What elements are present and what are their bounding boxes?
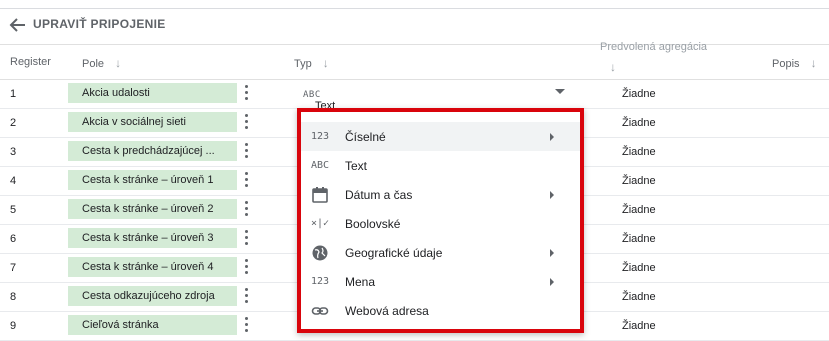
- aggregation-value[interactable]: Žiadne: [622, 291, 656, 303]
- sort-arrow-icon[interactable]: ↓: [610, 60, 616, 74]
- field-name-chip[interactable]: Cesta k predchádzajúcej ...: [68, 141, 237, 161]
- column-header-description[interactable]: Popis ↓: [772, 56, 817, 70]
- globe-icon: [311, 244, 331, 262]
- row-number: 9: [10, 320, 17, 332]
- field-name-chip[interactable]: Cieľová stránka: [68, 315, 237, 335]
- menu-item-text[interactable]: ABC Text: [301, 151, 580, 180]
- more-vert-icon[interactable]: [244, 259, 250, 277]
- more-vert-icon[interactable]: [244, 317, 250, 335]
- row-number: 7: [10, 262, 17, 274]
- column-header-register: Register: [10, 56, 51, 68]
- link-icon: [311, 302, 331, 320]
- menu-item-label: Dátum a čas: [345, 188, 413, 202]
- aggregation-value[interactable]: Žiadne: [622, 175, 656, 187]
- more-vert-icon[interactable]: [244, 85, 250, 103]
- menu-item-label: Mena: [345, 275, 376, 289]
- submenu-arrow-icon: [550, 133, 554, 141]
- row-number: 4: [10, 175, 17, 187]
- column-header-aggregation-label: Predvolená agregácia: [600, 41, 708, 53]
- more-vert-icon[interactable]: [244, 201, 250, 219]
- column-header-type[interactable]: Typ ↓: [294, 56, 329, 70]
- aggregation-value[interactable]: Žiadne: [622, 146, 656, 158]
- row-number: 6: [10, 233, 17, 245]
- aggregation-value[interactable]: Žiadne: [622, 204, 656, 216]
- field-name-chip[interactable]: Cesta odkazujúceho zdroja: [68, 286, 237, 306]
- aggregation-value[interactable]: Žiadne: [622, 262, 656, 274]
- type-dropdown-menu: 123 Číselné ABC Text Dátum a čas ×|✓ Boolovské…: [297, 108, 584, 333]
- column-header-type-label: Typ: [294, 58, 312, 70]
- column-header-field-label: Pole: [82, 58, 105, 70]
- dropdown-arrow-icon[interactable]: [555, 89, 565, 94]
- aggregation-value[interactable]: Žiadne: [622, 233, 656, 245]
- field-name-chip[interactable]: Cesta k stránke – úroveň 1: [68, 170, 237, 190]
- back-arrow-icon[interactable]: [8, 16, 28, 34]
- menu-item-currency[interactable]: 123 Mena: [301, 267, 580, 296]
- column-header-description-label: Popis: [772, 58, 800, 70]
- row-number: 1: [10, 88, 17, 100]
- row-number: 3: [10, 146, 17, 158]
- column-header-aggregation-sort[interactable]: ↓: [610, 60, 616, 74]
- menu-item-label: Geografické údaje: [345, 246, 443, 260]
- more-vert-icon[interactable]: [244, 230, 250, 248]
- row-number: 2: [10, 117, 17, 129]
- menu-item-globe[interactable]: Geografické údaje: [301, 238, 580, 267]
- table-header: Register Pole ↓ Typ ↓ Predvolená agregác…: [0, 41, 829, 80]
- more-vert-icon[interactable]: [244, 172, 250, 190]
- text-icon: ABC: [311, 160, 330, 171]
- numeric-icon: 123: [311, 131, 330, 142]
- submenu-arrow-icon: [550, 249, 554, 257]
- more-vert-icon[interactable]: [244, 143, 250, 161]
- calendar-icon: [311, 186, 331, 204]
- menu-item-numeric[interactable]: 123 Číselné: [301, 122, 580, 151]
- boolean-icon: ×|✓: [311, 218, 330, 229]
- menu-item-label: Číselné: [345, 130, 386, 144]
- field-name-chip[interactable]: Cesta k stránke – úroveň 3: [68, 228, 237, 248]
- row-number: 5: [10, 204, 17, 216]
- column-header-aggregation[interactable]: Predvolená agregácia: [600, 41, 707, 53]
- menu-item-boolean[interactable]: ×|✓ Boolovské: [301, 209, 580, 238]
- field-name-chip[interactable]: Cesta k stránke – úroveň 4: [68, 257, 237, 277]
- submenu-arrow-icon: [550, 191, 554, 199]
- sort-arrow-icon[interactable]: ↓: [323, 56, 329, 70]
- sort-arrow-icon[interactable]: ↓: [115, 56, 121, 70]
- menu-item-label: Text: [345, 159, 368, 173]
- menu-item-label: Boolovské: [345, 217, 401, 231]
- sort-arrow-icon[interactable]: ↓: [811, 56, 817, 70]
- page-title: UPRAVIŤ PRIPOJENIE: [33, 17, 166, 31]
- menu-item-label: Webová adresa: [345, 304, 429, 318]
- aggregation-value[interactable]: Žiadne: [622, 117, 656, 129]
- top-divider: [0, 8, 829, 9]
- aggregation-value[interactable]: Žiadne: [622, 320, 656, 332]
- more-vert-icon[interactable]: [244, 288, 250, 306]
- row-number: 8: [10, 291, 17, 303]
- text-type-icon: ABC: [303, 90, 321, 100]
- field-name-chip[interactable]: Akcia v sociálnej sieti: [68, 112, 237, 132]
- aggregation-value[interactable]: Žiadne: [622, 88, 656, 100]
- column-header-register-label: Register: [10, 56, 51, 68]
- menu-item-link[interactable]: Webová adresa: [301, 296, 580, 325]
- column-header-field[interactable]: Pole ↓: [82, 56, 121, 70]
- menu-item-calendar[interactable]: Dátum a čas: [301, 180, 580, 209]
- field-name-chip[interactable]: Cesta k stránke – úroveň 2: [68, 199, 237, 219]
- field-name-chip[interactable]: Akcia udalosti: [68, 83, 237, 103]
- more-vert-icon[interactable]: [244, 114, 250, 132]
- currency-icon: 123: [311, 276, 330, 287]
- table-row: 1 Akcia udalosti Žiadne: [0, 79, 829, 109]
- submenu-arrow-icon: [550, 278, 554, 286]
